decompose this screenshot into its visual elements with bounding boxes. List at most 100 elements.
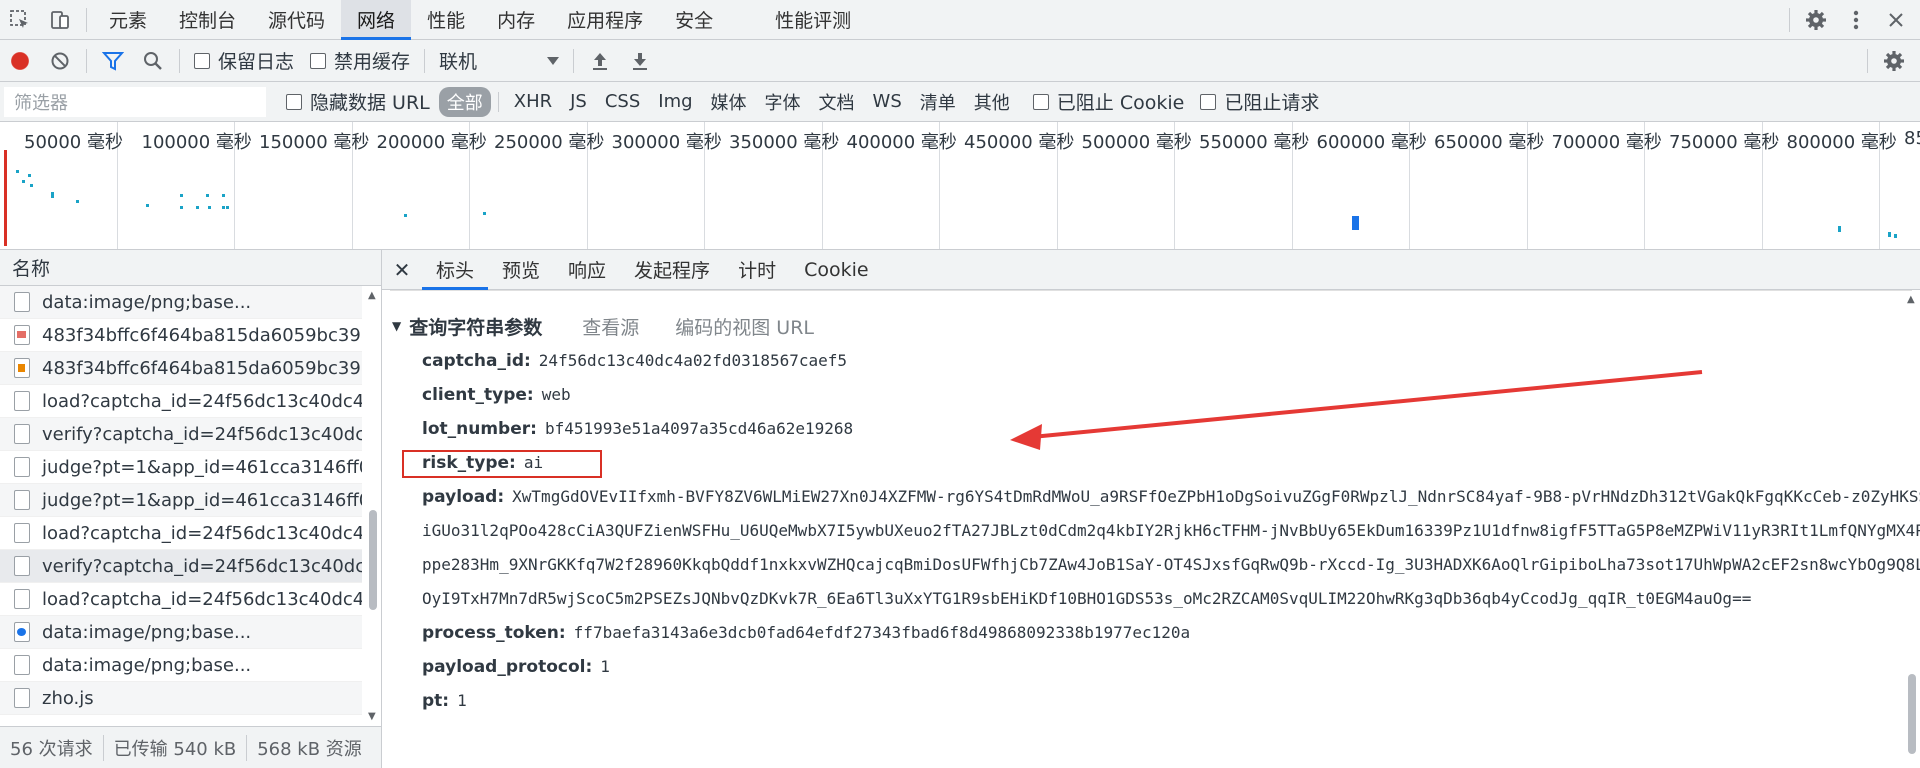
type-filter-media[interactable]: 媒体 bbox=[703, 87, 755, 117]
clear-icon[interactable] bbox=[40, 41, 80, 81]
tab-security[interactable]: 安全 bbox=[659, 0, 729, 40]
checkbox-box[interactable] bbox=[310, 52, 327, 69]
tab-timing[interactable]: 计时 bbox=[724, 250, 790, 290]
request-row[interactable]: judge?pt=1&app_id=461cca3146ff093... bbox=[0, 484, 362, 517]
hide-data-urls-checkbox[interactable]: 隐藏数据 URL bbox=[286, 88, 430, 115]
request-list-scrollbar[interactable]: ▲ ▼ bbox=[367, 290, 379, 722]
type-filter-img[interactable]: Img bbox=[650, 89, 700, 114]
timeline-request-mark bbox=[22, 180, 25, 183]
filter-input[interactable]: 筛选器 bbox=[4, 86, 266, 117]
tab-performance[interactable]: 性能 bbox=[411, 0, 481, 40]
request-row[interactable]: data:image/png;base... bbox=[0, 286, 362, 319]
disable-cache-checkbox[interactable]: 禁用缓存 bbox=[310, 47, 410, 74]
checkbox-box[interactable] bbox=[1200, 93, 1217, 110]
type-filter-css[interactable]: CSS bbox=[597, 89, 648, 114]
param-value: 24f56dc13c40dc4a02fd0318567caef5 bbox=[538, 351, 848, 370]
blocked-requests-checkbox[interactable]: 已阻止请求 bbox=[1200, 88, 1319, 115]
request-name: 483f34bffc6f464ba815da6059bc398a.... bbox=[42, 324, 362, 346]
file-doc-icon bbox=[14, 424, 30, 444]
search-icon[interactable] bbox=[133, 41, 173, 81]
type-filter-font[interactable]: 字体 bbox=[757, 87, 809, 117]
request-row[interactable]: judge?pt=1&app_id=461cca3146ff093... bbox=[0, 451, 362, 484]
timeline-request-mark bbox=[76, 200, 79, 203]
preserve-log-label: 保留日志 bbox=[218, 51, 295, 73]
close-devtools-icon[interactable] bbox=[1876, 0, 1916, 40]
network-overview-timeline[interactable]: 50000 毫秒 100000 毫秒 150000 毫秒 200000 毫秒 25000… bbox=[0, 122, 1920, 250]
file-doc-icon bbox=[14, 589, 30, 609]
throttling-select[interactable]: 联机 bbox=[439, 47, 560, 74]
request-row[interactable]: data:image/png;base... bbox=[0, 649, 362, 682]
timeline-request-mark bbox=[146, 204, 149, 207]
request-row[interactable]: data:image/png;base... bbox=[0, 616, 362, 649]
detail-scrollbar[interactable]: ▲ bbox=[1906, 294, 1918, 766]
toolbar-divider bbox=[86, 7, 87, 32]
tab-application[interactable]: 应用程序 bbox=[551, 0, 659, 40]
request-row[interactable]: verify?captcha_id=24f56dc13c40dc4a0... bbox=[0, 550, 362, 583]
network-settings-gear-icon[interactable] bbox=[1874, 41, 1914, 81]
request-row[interactable]: load?captcha_id=24f56dc13c40dc4a02... bbox=[0, 517, 362, 550]
request-row[interactable]: 483f34bffc6f464ba815da6059bc398a.... bbox=[0, 352, 362, 385]
param-value: XwTmgGdOVEvIIfxmh-BVFY8ZV6WLMiEW27Xn0J4X… bbox=[422, 487, 1920, 608]
view-url-encoded-link[interactable]: 编码的视图 URL bbox=[675, 313, 814, 340]
request-row[interactable]: verify?captcha_id=24f56dc13c40dc4a0... bbox=[0, 418, 362, 451]
type-filter-ws[interactable]: WS bbox=[865, 89, 910, 114]
file-img-icon bbox=[14, 325, 30, 345]
tab-sources[interactable]: 源代码 bbox=[252, 0, 341, 40]
device-toolbar-icon[interactable] bbox=[40, 0, 80, 40]
toolbar-divider bbox=[497, 91, 499, 112]
import-har-icon[interactable] bbox=[580, 41, 620, 81]
file-doc-icon bbox=[14, 655, 30, 675]
tab-response[interactable]: 响应 bbox=[554, 250, 620, 290]
type-filter-js[interactable]: JS bbox=[562, 89, 595, 114]
export-har-icon[interactable] bbox=[620, 41, 660, 81]
tab-elements[interactable]: 元素 bbox=[93, 0, 163, 40]
request-row[interactable]: load?captcha_id=24f56dc13c40dc4a02... bbox=[0, 583, 362, 616]
tab-cookies[interactable]: Cookie bbox=[790, 250, 883, 290]
file-doc-icon bbox=[14, 457, 30, 477]
view-source-link[interactable]: 查看源 bbox=[582, 313, 639, 340]
filter-funnel-icon[interactable] bbox=[93, 41, 133, 81]
request-row[interactable]: load?captcha_id=24f56dc13c40dc4a02... bbox=[0, 385, 362, 418]
tab-network[interactable]: 网络 bbox=[341, 0, 412, 40]
tab-lighthouse[interactable]: 性能评测 bbox=[729, 0, 867, 40]
type-filter-other[interactable]: 其他 bbox=[966, 87, 1018, 117]
scrollbar-thumb[interactable] bbox=[1908, 674, 1916, 754]
file-doc-icon bbox=[14, 523, 30, 543]
tab-initiator[interactable]: 发起程序 bbox=[620, 250, 724, 290]
timeline-request-mark bbox=[180, 206, 183, 209]
inspect-element-icon[interactable] bbox=[0, 0, 40, 40]
disable-cache-label: 禁用缓存 bbox=[334, 51, 411, 73]
request-row[interactable]: zho.js bbox=[0, 682, 362, 715]
query-string-section-header[interactable]: ▼ 查询字符串参数 查看源 编码的视图 URL bbox=[382, 308, 1920, 344]
request-row[interactable]: 483f34bffc6f464ba815da6059bc398a.... bbox=[0, 319, 362, 352]
type-filter-manifest[interactable]: 清单 bbox=[912, 87, 964, 117]
type-filter-xhr[interactable]: XHR bbox=[506, 89, 560, 114]
file-warn-icon bbox=[14, 358, 30, 378]
type-filter-all[interactable]: 全部 bbox=[438, 86, 491, 117]
param-key: pt: bbox=[422, 691, 450, 711]
hide-data-urls-label: 隐藏数据 URL bbox=[310, 92, 430, 114]
checkbox-box[interactable] bbox=[194, 52, 210, 69]
name-column-header[interactable]: 名称 bbox=[0, 250, 381, 286]
scrollbar-thumb[interactable] bbox=[369, 510, 377, 610]
record-icon[interactable] bbox=[0, 41, 40, 81]
tab-headers[interactable]: 标头 bbox=[422, 250, 489, 290]
close-detail-icon[interactable]: ✕ bbox=[382, 258, 422, 282]
request-name: load?captcha_id=24f56dc13c40dc4a02... bbox=[42, 390, 362, 412]
blocked-cookies-checkbox[interactable]: 已阻止 Cookie bbox=[1032, 88, 1184, 115]
checkbox-box[interactable] bbox=[286, 93, 302, 110]
file-doc-icon bbox=[14, 490, 30, 510]
tab-memory[interactable]: 内存 bbox=[481, 0, 551, 40]
checkbox-box[interactable] bbox=[1032, 93, 1049, 110]
headers-content: ▼ 查询字符串参数 查看源 编码的视图 URL captcha_id: 24f56… bbox=[382, 290, 1920, 768]
scroll-up-arrow-icon[interactable]: ▲ bbox=[368, 290, 376, 301]
type-filter-doc[interactable]: 文档 bbox=[811, 87, 863, 117]
scroll-down-arrow-icon[interactable]: ▼ bbox=[368, 711, 376, 722]
scroll-up-arrow-icon[interactable]: ▲ bbox=[1907, 294, 1915, 305]
settings-gear-icon[interactable] bbox=[1796, 0, 1836, 40]
collapse-triangle-icon[interactable]: ▼ bbox=[392, 319, 401, 333]
tab-preview[interactable]: 预览 bbox=[488, 250, 554, 290]
more-options-icon[interactable] bbox=[1836, 0, 1876, 40]
tab-console[interactable]: 控制台 bbox=[163, 0, 252, 40]
preserve-log-checkbox[interactable]: 保留日志 bbox=[194, 47, 294, 74]
